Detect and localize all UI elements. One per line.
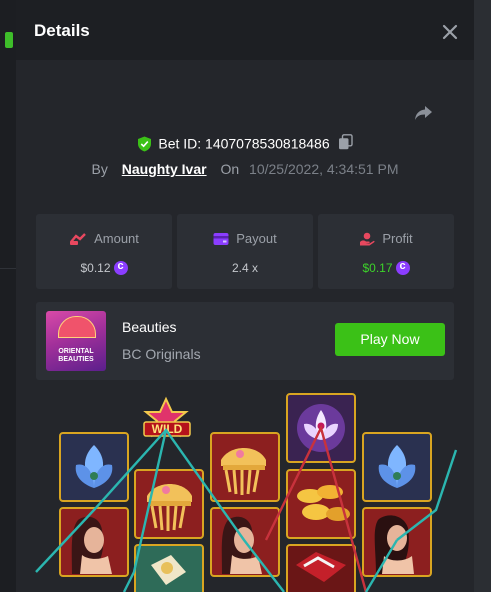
profit-value: $0.17 [362,260,393,275]
play-now-button[interactable]: Play Now [335,323,445,356]
amount-icon [70,232,86,245]
fan-icon [58,316,96,338]
amount-card: Amount $0.12 [36,214,172,289]
bet-author-row: By Naughty Ivar On 10/25/2022, 4:34:51 P… [16,161,474,177]
close-icon [442,24,458,40]
close-button[interactable] [436,18,464,46]
slot-reels-graphic: WILD [35,393,458,592]
amount-label: Amount [94,231,139,247]
by-label: By [91,161,108,177]
game-card: ORIENTAL BEAUTIES Beauties BC Originals … [36,302,454,380]
payout-card: Payout 2.4 x [177,214,313,289]
bet-id-row: Bet ID: 1407078530818486 [16,134,474,153]
modal-header: Details [16,0,474,60]
game-provider: BC Originals [122,346,201,362]
payout-value: 2.4 x [231,260,258,275]
slot-reels: WILD [16,390,474,592]
background-divider [0,268,16,269]
profit-icon [360,232,375,246]
payout-icon [213,232,229,245]
background-left-panel [0,0,16,592]
copy-icon [338,134,353,150]
wild-symbol-text: WILD [152,422,183,436]
background-right-panel [474,0,491,592]
background-status-indicator [5,32,13,48]
bet-id: Bet ID: 1407078530818486 [158,135,330,152]
bet-details-modal: Details Bet ID: 1407078530818486 By Naug… [16,0,474,592]
profit-label: Profit [382,231,413,247]
game-name: Beauties [122,319,177,335]
share-button[interactable] [412,102,434,124]
share-icon [415,106,432,120]
user-link[interactable]: Naughty Ivar [122,161,207,177]
profit-card: Profit $0.17 [318,214,454,289]
payout-label: Payout [236,231,277,247]
game-thumbnail[interactable]: ORIENTAL BEAUTIES [46,311,106,371]
coin-icon [113,260,128,275]
amount-value: $0.12 [80,260,111,275]
game-thumbnail-text: ORIENTAL BEAUTIES [58,348,94,363]
bet-date: 10/25/2022, 4:34:51 PM [249,161,399,177]
on-label: On [220,161,240,177]
verified-shield-icon [138,136,152,151]
coin-icon [395,260,410,275]
modal-title: Details [34,21,90,40]
copy-button[interactable] [338,134,353,153]
